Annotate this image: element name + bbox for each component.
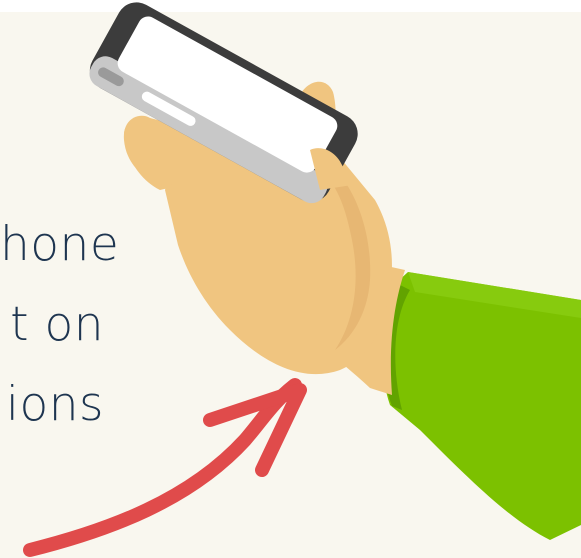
illustration-canvas: hone t on ions xyxy=(0,0,581,558)
curved-arrow-icon xyxy=(23,378,307,557)
